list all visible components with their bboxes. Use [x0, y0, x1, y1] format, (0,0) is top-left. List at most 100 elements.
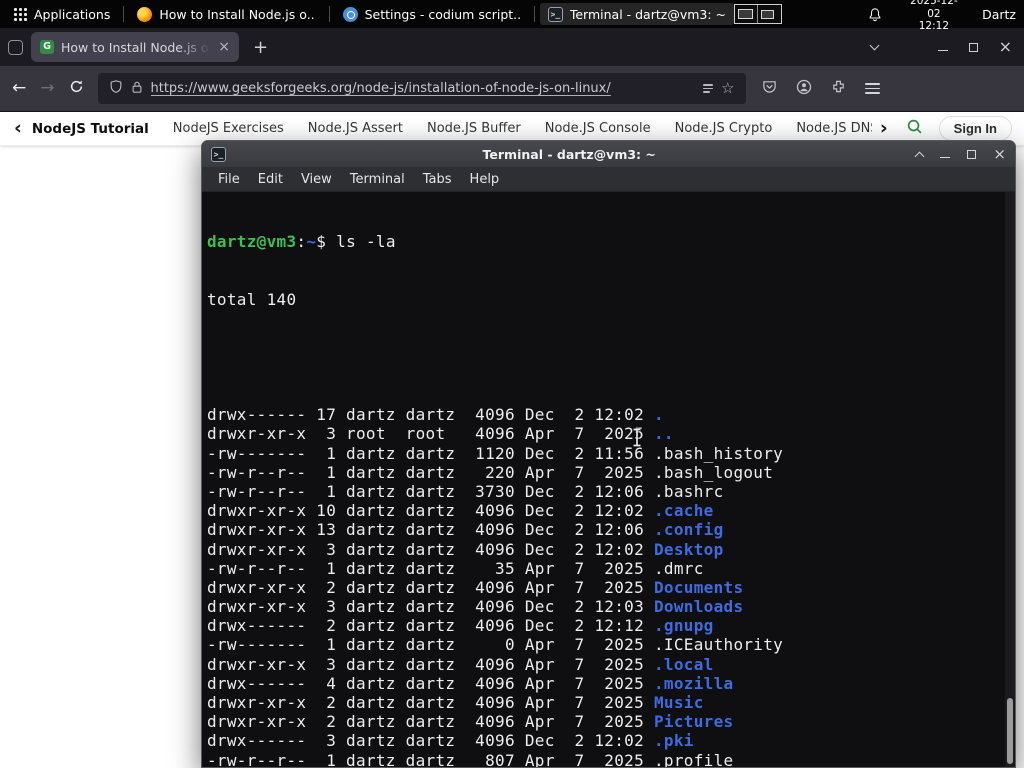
- row-attributes: drwxr-xr-x 3 dartz dartz 4096 Dec 2 12:0…: [207, 597, 654, 617]
- menu-item[interactable]: File: [209, 169, 249, 190]
- menu-item[interactable]: Help: [461, 169, 509, 190]
- row-attributes: -rw-r--r-- 1 dartz dartz 3730 Dec 2 12:0…: [207, 481, 654, 501]
- extensions-icon[interactable]: [831, 79, 846, 98]
- row-filename: .config: [653, 520, 724, 540]
- workspace-2[interactable]: [758, 5, 780, 23]
- scrollbar-thumb[interactable]: [1007, 698, 1013, 764]
- clock-time: 12:12: [918, 20, 950, 33]
- bookmark-star-icon[interactable]: ☆: [721, 81, 734, 96]
- gfg-nav-item[interactable]: Node.JS Assert: [308, 121, 403, 136]
- browser-tab[interactable]: G How to Install Node.js on ×: [31, 32, 239, 62]
- forward-button[interactable]: →: [40, 80, 54, 97]
- row-filename: .: [653, 405, 664, 425]
- terminal-output-row: drwx------ 3 dartz dartz 4096 Dec 2 12:0…: [207, 731, 1015, 750]
- reader-view-icon[interactable]: [703, 84, 714, 93]
- terminal-title: Terminal - dartz@vm3: ~: [482, 146, 656, 162]
- window-close-button[interactable]: ×: [999, 39, 1012, 55]
- taskbar-item-terminal[interactable]: >_ Terminal - dartz@vm3: ~: [539, 3, 735, 25]
- terminal-output-row: -rw-r--r-- 1 dartz dartz 807 Apr 7 2025 …: [207, 751, 1015, 767]
- prompt-user-host: dartz@vm3: [207, 232, 297, 252]
- row-filename: .profile: [653, 750, 734, 767]
- window-minimize-button[interactable]: [937, 49, 948, 52]
- notifications-bell-icon[interactable]: [868, 7, 882, 22]
- url-bar[interactable]: https://www.geeksforgeeks.org/node-js/in…: [97, 73, 746, 104]
- workspace-pager[interactable]: [734, 4, 782, 24]
- pocket-icon[interactable]: [762, 79, 777, 98]
- tracking-shield-icon[interactable]: [109, 79, 123, 98]
- text-cursor-pointer: [633, 428, 641, 447]
- row-attributes: drwxr-xr-x 3 root root 4096 Apr 7 2025: [207, 424, 654, 444]
- row-attributes: drwx------ 4 dartz dartz 4096 Apr 7 2025: [207, 673, 654, 693]
- row-attributes: drwxr-xr-x 2 dartz dartz 4096 Apr 7 2025: [207, 577, 654, 597]
- clock-date: 2025-12-02: [910, 0, 958, 20]
- firefox-view-icon[interactable]: [8, 39, 23, 55]
- panel-separator: [123, 6, 125, 22]
- mini-window: [761, 10, 775, 19]
- row-filename: ..: [653, 424, 674, 444]
- row-attributes: drwxr-xr-x 10 dartz dartz 4096 Dec 2 12:…: [207, 501, 654, 521]
- terminal-maximize-button[interactable]: [967, 149, 977, 159]
- prompt-command: ls -la: [336, 232, 396, 252]
- back-button[interactable]: ←: [12, 80, 26, 97]
- menu-hamburger-icon[interactable]: [864, 82, 880, 95]
- terminal-output-row: drwx------ 2 dartz dartz 4096 Dec 2 12:1…: [207, 616, 1015, 635]
- gfg-nav-item[interactable]: NodeJS Exercises: [173, 121, 284, 136]
- terminal-minimize-button[interactable]: [940, 156, 951, 159]
- window-maximize-button[interactable]: [968, 42, 978, 52]
- terminal-scrollbar[interactable]: [1005, 192, 1015, 767]
- workspace-1[interactable]: [735, 5, 759, 23]
- task-label: Settings - codium script...: [364, 6, 521, 22]
- row-filename: .bash_history: [653, 443, 784, 463]
- terminal-output-row: drwx------ 4 dartz dartz 4096 Apr 7 2025…: [207, 674, 1015, 693]
- gfg-nav-item[interactable]: Node.JS Buffer: [427, 121, 521, 136]
- gfg-favicon: G: [40, 40, 54, 54]
- gfg-nav-item[interactable]: Node.JS Console: [545, 121, 651, 136]
- panel-separator: [328, 6, 330, 22]
- row-filename: .pki: [653, 731, 694, 751]
- task-label: Terminal - dartz@vm3: ~: [569, 6, 727, 22]
- shade-button[interactable]: [914, 151, 925, 161]
- menu-item[interactable]: View: [292, 169, 341, 190]
- nav-prev-chevron[interactable]: ‹: [12, 119, 24, 138]
- taskbar-item-settings[interactable]: Settings - codium script...: [335, 3, 529, 25]
- terminal-title-bar[interactable]: >_ Terminal - dartz@vm3: ~ ×: [202, 141, 1015, 167]
- row-attributes: drwx------ 2 dartz dartz 4096 Dec 2 12:1…: [207, 616, 654, 636]
- terminal-menu-bar: File Edit View Terminal Tabs Help: [202, 167, 1015, 192]
- row-filename: .local: [653, 654, 714, 674]
- gfg-nav-item[interactable]: NodeJS Tutorial: [32, 121, 149, 137]
- terminal-output-row: drwxr-xr-x 3 root root 4096 Apr 7 2025 .…: [207, 424, 1015, 443]
- row-attributes: -rw------- 1 dartz dartz 0 Apr 7 2025: [207, 635, 654, 655]
- gfg-nav-item[interactable]: Node.JS DNS: [796, 121, 872, 136]
- lock-icon[interactable]: [131, 79, 143, 98]
- row-filename: .gnupg: [653, 616, 714, 636]
- new-tab-button[interactable]: +: [247, 37, 274, 58]
- terminal-output[interactable]: dartz@vm3:~$ ls -la total 140 drwx------…: [202, 192, 1015, 767]
- applications-menu-button[interactable]: Applications: [6, 0, 118, 28]
- row-attributes: drwxr-xr-x 3 dartz dartz 4096 Apr 7 2025: [207, 654, 654, 674]
- account-icon[interactable]: [796, 79, 812, 99]
- tab-title: How to Install Node.js on: [61, 39, 212, 55]
- gfg-nav-item[interactable]: Node.JS Crypto: [675, 121, 773, 136]
- reload-button[interactable]: [69, 79, 84, 98]
- row-filename: Desktop: [653, 539, 724, 559]
- nav-next-chevron[interactable]: ›: [878, 119, 890, 138]
- gfg-nav-links: NodeJS Tutorial NodeJS Exercises Node.JS A…: [32, 121, 872, 137]
- terminal-output-row: drwxr-xr-x 2 dartz dartz 4096 Apr 7 2025…: [207, 712, 1015, 731]
- taskbar-item-firefox[interactable]: How to Install Node.js o...: [129, 3, 323, 25]
- row-attributes: drwxr-xr-x 2 dartz dartz 4096 Apr 7 2025: [207, 712, 654, 732]
- terminal-output-row: -rw-r--r-- 1 dartz dartz 35 Apr 7 2025 .…: [207, 559, 1015, 578]
- panel-clock[interactable]: 2025-12-02 12:12: [904, 0, 964, 33]
- terminal-output-row: -rw-r--r-- 1 dartz dartz 3730 Dec 2 12:0…: [207, 482, 1015, 501]
- applications-icon: [14, 7, 27, 21]
- menu-item[interactable]: Tabs: [414, 169, 461, 190]
- terminal-output-row: drwx------ 17 dartz dartz 4096 Dec 2 12:…: [207, 405, 1015, 424]
- list-all-tabs-icon[interactable]: [869, 40, 880, 51]
- search-icon[interactable]: [906, 118, 923, 139]
- terminal-close-button[interactable]: ×: [993, 146, 1006, 162]
- row-filename: .ICEauthority: [653, 635, 784, 655]
- menu-item[interactable]: Edit: [249, 169, 292, 190]
- menu-item[interactable]: Terminal: [341, 169, 414, 190]
- tab-close-icon[interactable]: ×: [218, 40, 230, 54]
- panel-separator: [533, 6, 535, 22]
- sign-in-button[interactable]: Sign In: [938, 116, 1012, 141]
